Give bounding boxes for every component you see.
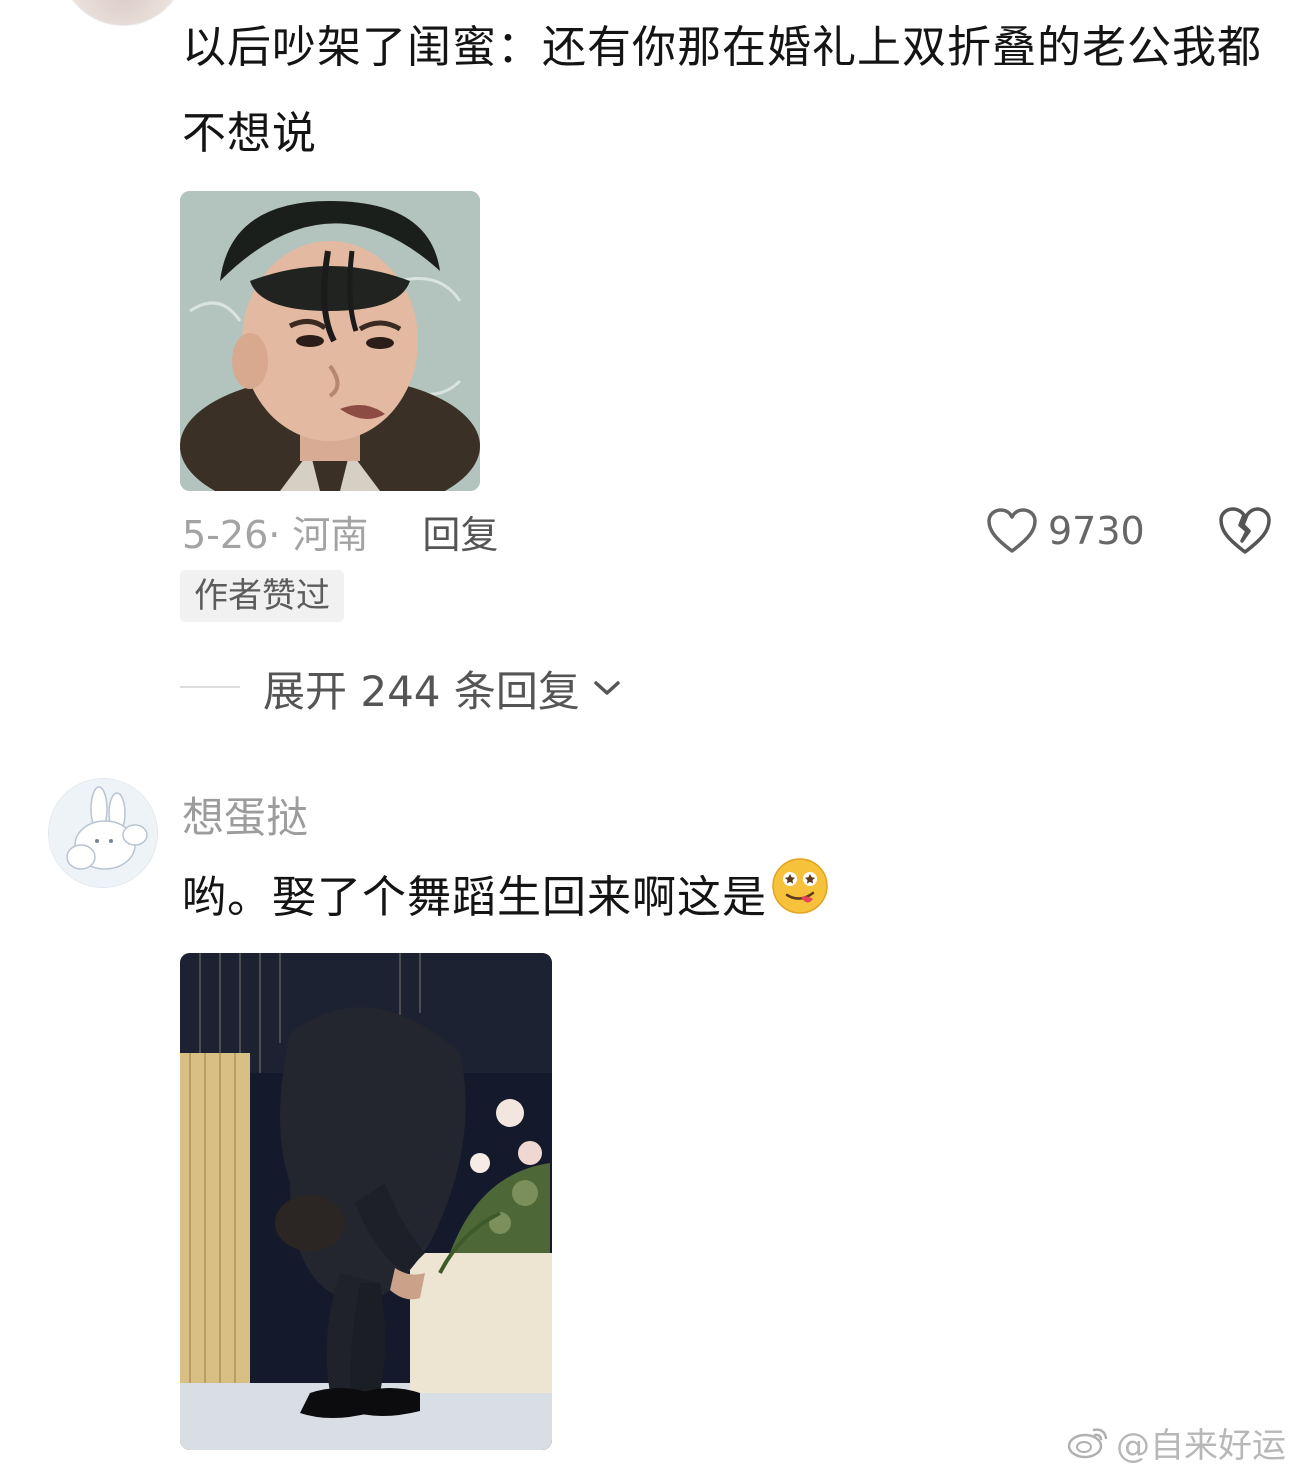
like-button[interactable]: 9730 [986,505,1145,557]
dislike-button[interactable] [1218,505,1272,561]
author-liked-badge: 作者赞过 [180,570,344,622]
comment-1-meta: 5-26· 河南 回复 [182,505,498,557]
weibo-logo-icon [1067,1428,1108,1459]
expand-divider [180,686,240,688]
date-location: 5-26· 河南 [182,512,369,557]
expand-replies-label: 展开 244 条回复 [263,666,580,716]
like-count: 9730 [1048,509,1145,553]
watermark-text: @自来好运 [1116,1425,1286,1466]
comment-2-line: 哟。娶了个舞蹈生回来啊这是 [182,855,829,944]
avatar-user[interactable] [48,778,158,888]
chevron-down-icon [594,681,620,695]
weibo-watermark: @自来好运 [1066,1420,1286,1466]
comment-1-image[interactable] [180,191,480,491]
username[interactable]: 想蛋挞 [182,784,308,845]
heart-outline-icon [987,508,1037,553]
reply-button[interactable]: 回复 [422,504,498,559]
broken-heart-icon [1219,507,1271,554]
comment-2-image[interactable] [180,953,552,1450]
drooling-face-emoji [771,857,829,944]
avatar-previous-user[interactable] [60,0,186,26]
comment-2-text: 哟。娶了个舞蹈生回来啊这是 [182,872,767,923]
expand-replies-button[interactable]: 展开 244 条回复 [263,660,622,716]
comment-1-text: 以后吵架了闺蜜：还有你那在婚礼上双折叠的老公我都不想说 [182,22,1262,159]
